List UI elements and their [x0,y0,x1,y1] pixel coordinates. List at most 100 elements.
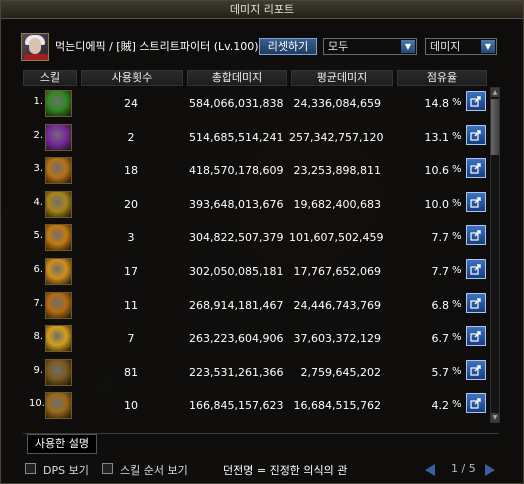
dps-checkbox-label: DPS 보기 [43,464,89,477]
row-average-damage: 37,603,372,129 [293,332,381,346]
tab-used-description[interactable]: 사용한 설명 [27,434,97,454]
table-row: 8. 7 263,223,604,906 37,603,372,129 6.7% [1,322,501,356]
row-uses: 20 [124,197,138,211]
row-rank: 9. [33,364,43,376]
row-rank: 8. [33,331,43,343]
row-percent-sign: % [452,164,462,176]
chevron-down-icon: ▼ [481,40,495,53]
row-uses: 2 [127,130,135,144]
skill-icon[interactable] [45,90,72,117]
row-total-damage: 263,223,604,906 [189,332,284,346]
share-out-icon[interactable] [466,359,486,380]
skill-order-checkbox[interactable] [102,463,113,474]
skill-icon[interactable] [45,224,72,252]
share-out-icon[interactable] [466,393,486,414]
skill-icon[interactable] [45,157,72,185]
dps-checkbox[interactable] [25,463,36,474]
row-total-damage: 584,066,031,838 [189,97,284,110]
skill-icon[interactable] [45,123,72,151]
damage-report-window: 데미지 리포트 먹는디에픽 / [賊] 스트리트파이터 (Lv.100) 리셋하… [0,0,524,484]
skill-icon[interactable] [45,358,72,386]
share-out-icon[interactable] [466,225,486,246]
previous-page-icon[interactable] [425,464,435,476]
table-row: 10. 10 166,845,157,623 16,684,515,762 4.2% [1,389,501,423]
row-average-damage: 24,336,084,659 [293,97,381,110]
scrollbar[interactable]: ▲ ▼ [490,87,500,423]
row-total-damage: 304,822,507,379 [189,231,284,245]
table-row: 3. 18 418,570,178,609 23,253,898,811 10.6% [1,154,501,188]
row-rank: 6. [33,264,43,275]
reset-button[interactable]: 리셋하기 [259,38,317,55]
skill-icon[interactable] [45,190,72,218]
table-row: 9. 81 223,531,261,366 2,759,645,202 5.7% [1,356,501,390]
row-uses: 10 [124,399,138,413]
row-share: 10.6 [424,164,450,178]
filter-dropdown-value: 모두 [328,40,349,53]
row-share: 4.2 [431,399,450,413]
column-header-share[interactable]: 점유율 [397,70,487,86]
column-header-average[interactable]: 평균데미지 [291,70,393,86]
row-share: 14.8 [424,97,450,110]
skill-icon[interactable] [45,258,72,285]
row-percent-sign: % [452,298,462,310]
row-share: 10.0 [424,197,450,211]
share-out-icon[interactable] [466,292,486,313]
row-average-damage: 257,342,757,120 [289,130,384,144]
row-percent-sign: % [452,130,462,142]
share-out-icon[interactable] [466,124,486,145]
row-uses: 17 [124,265,138,278]
row-total-damage: 393,648,013,676 [189,197,284,211]
row-uses: 7 [127,332,135,346]
row-rank: 1. [33,96,43,107]
character-name: 먹는디에픽 / [賊] 스트리트파이터 (Lv.100) [55,40,259,53]
column-header-uses[interactable]: 사용횟수 [81,70,183,86]
row-percent-sign: % [452,399,462,411]
row-uses: 11 [124,298,138,312]
table-row: 4. 20 393,648,013,676 19,682,400,683 10.0% [1,188,501,222]
row-rank: 10. [29,398,45,410]
row-percent-sign: % [452,197,462,209]
row-uses: 81 [124,365,138,379]
dungeon-title: 던전명 = 진정한 의식의 관 [223,464,348,477]
skill-icon[interactable] [45,325,72,353]
skill-icon[interactable] [45,291,72,319]
row-average-damage: 2,759,645,202 [300,365,381,379]
row-average-damage: 19,682,400,683 [293,197,381,211]
row-share: 6.7 [431,332,450,346]
share-out-icon[interactable] [466,259,486,279]
report-header: 먹는디에픽 / [賊] 스트리트파이터 (Lv.100) 리셋하기 모두 ▼ 데… [1,29,524,61]
row-average-damage: 101,607,502,459 [289,231,384,245]
share-out-icon[interactable] [466,91,486,111]
scroll-thumb[interactable] [491,99,499,155]
row-average-damage: 17,767,652,069 [293,265,381,278]
metric-dropdown-value: 데미지 [430,40,461,53]
row-percent-sign: % [452,332,462,344]
window-title[interactable]: 데미지 리포트 [1,1,523,19]
row-average-damage: 23,253,898,811 [293,164,381,178]
scroll-up-icon[interactable]: ▲ [491,88,499,97]
table-row: 6. 17 302,050,085,181 17,767,652,069 7.7% [1,255,501,289]
column-header-skill[interactable]: 스킬 [23,70,77,86]
row-total-damage: 514,685,514,241 [189,130,284,144]
row-total-damage: 268,914,181,467 [189,298,284,312]
scroll-down-icon[interactable]: ▼ [491,413,499,422]
share-out-icon[interactable] [466,191,486,212]
tab-bar: 사용한 설명 [23,433,499,454]
chevron-down-icon: ▼ [401,40,415,53]
skill-icon[interactable] [45,392,72,420]
page-indicator: 1 / 5 [451,462,476,475]
row-uses: 3 [127,231,135,245]
row-rank: 3. [33,163,43,175]
row-percent-sign: % [452,231,462,243]
row-total-damage: 166,845,157,623 [189,399,284,413]
table-row: 5. 3 304,822,507,379 101,607,502,459 7.7% [1,221,501,255]
column-header-total[interactable]: 총합데미지 [187,70,287,86]
share-out-icon[interactable] [466,158,486,179]
filter-dropdown[interactable]: 모두 ▼ [323,38,417,55]
metric-dropdown[interactable]: 데미지 ▼ [425,38,497,55]
share-out-icon[interactable] [466,326,486,347]
row-share: 7.7 [431,231,450,245]
report-footer: DPS 보기 스킬 순서 보기 던전명 = 진정한 의식의 관 1 / 5 [1,460,524,482]
row-rank: 5. [33,230,43,242]
next-page-icon[interactable] [485,464,495,476]
